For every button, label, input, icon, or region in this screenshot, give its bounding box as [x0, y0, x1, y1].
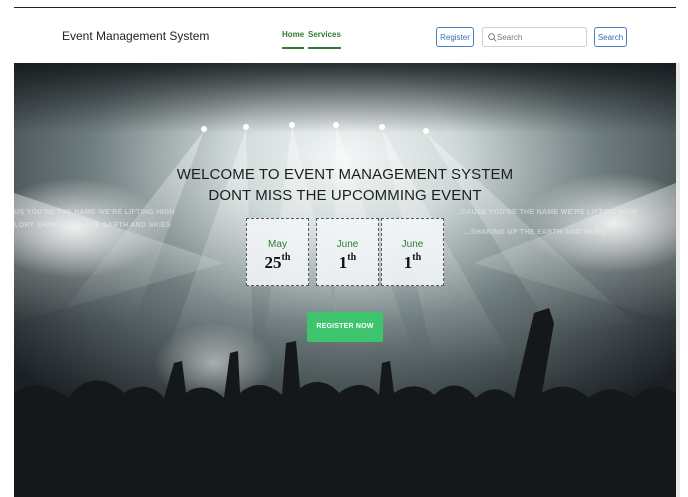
bg-lyrics-right-2: ...SHAKING UP THE EARTH AND SKIES [464, 229, 606, 236]
hero-title-line1: WELCOME TO EVENT MANAGEMENT SYSTEM [176, 166, 514, 183]
page: Event Management System Home Services Re… [0, 0, 688, 497]
register-button[interactable]: Register [436, 27, 474, 47]
event-month: May [268, 239, 287, 250]
event-day-suffix: th [412, 252, 422, 263]
hero-title-line2: DONT MISS THE UPCOMMING EVENT [208, 187, 482, 204]
event-month: June [336, 239, 359, 250]
event-day: 25th [247, 252, 308, 273]
hero-title: WELCOME TO EVENT MANAGEMENT SYSTEM DONT … [14, 164, 676, 206]
bg-lyrics-right-1: ...CAUSE YOU'RE THE NAME WE'RE LIFTING H… [454, 209, 638, 216]
search-input[interactable] [497, 30, 583, 44]
nav-services-label: Services [308, 30, 341, 39]
nav-home-underline [282, 47, 305, 49]
event-day: 1th [317, 252, 378, 273]
event-month: June [401, 239, 424, 250]
event-date-card[interactable]: June 1th [381, 218, 444, 286]
page-scrollbar[interactable] [676, 63, 680, 497]
event-day-suffix: th [281, 252, 291, 263]
register-now-button[interactable]: REGISTER NOW [307, 312, 383, 342]
nav-services-underline [308, 47, 341, 49]
search-button[interactable]: Search [594, 27, 627, 47]
nav-home-link[interactable]: Home [282, 30, 305, 49]
event-date-card[interactable]: May 25th [246, 218, 309, 286]
navbar: Event Management System Home Services Re… [14, 8, 676, 63]
hero-section: US YOU'RE THE NAME WE'RE LIFTING HIGH LO… [14, 63, 676, 497]
bg-lyrics-left-1: US YOU'RE THE NAME WE'RE LIFTING HIGH [14, 209, 175, 216]
event-day: 1th [382, 252, 443, 273]
event-day-number: 25 [264, 253, 282, 272]
event-date-card[interactable]: June 1th [316, 218, 379, 286]
brand-title[interactable]: Event Management System [62, 29, 209, 43]
bg-lyrics-left-2: LORY SHAKING UP THE EARTH AND SKIES [14, 222, 172, 229]
search-field[interactable] [482, 27, 587, 47]
nav-home-label: Home [282, 30, 305, 39]
event-day-suffix: th [347, 252, 357, 263]
nav-services-link[interactable]: Services [308, 30, 341, 49]
